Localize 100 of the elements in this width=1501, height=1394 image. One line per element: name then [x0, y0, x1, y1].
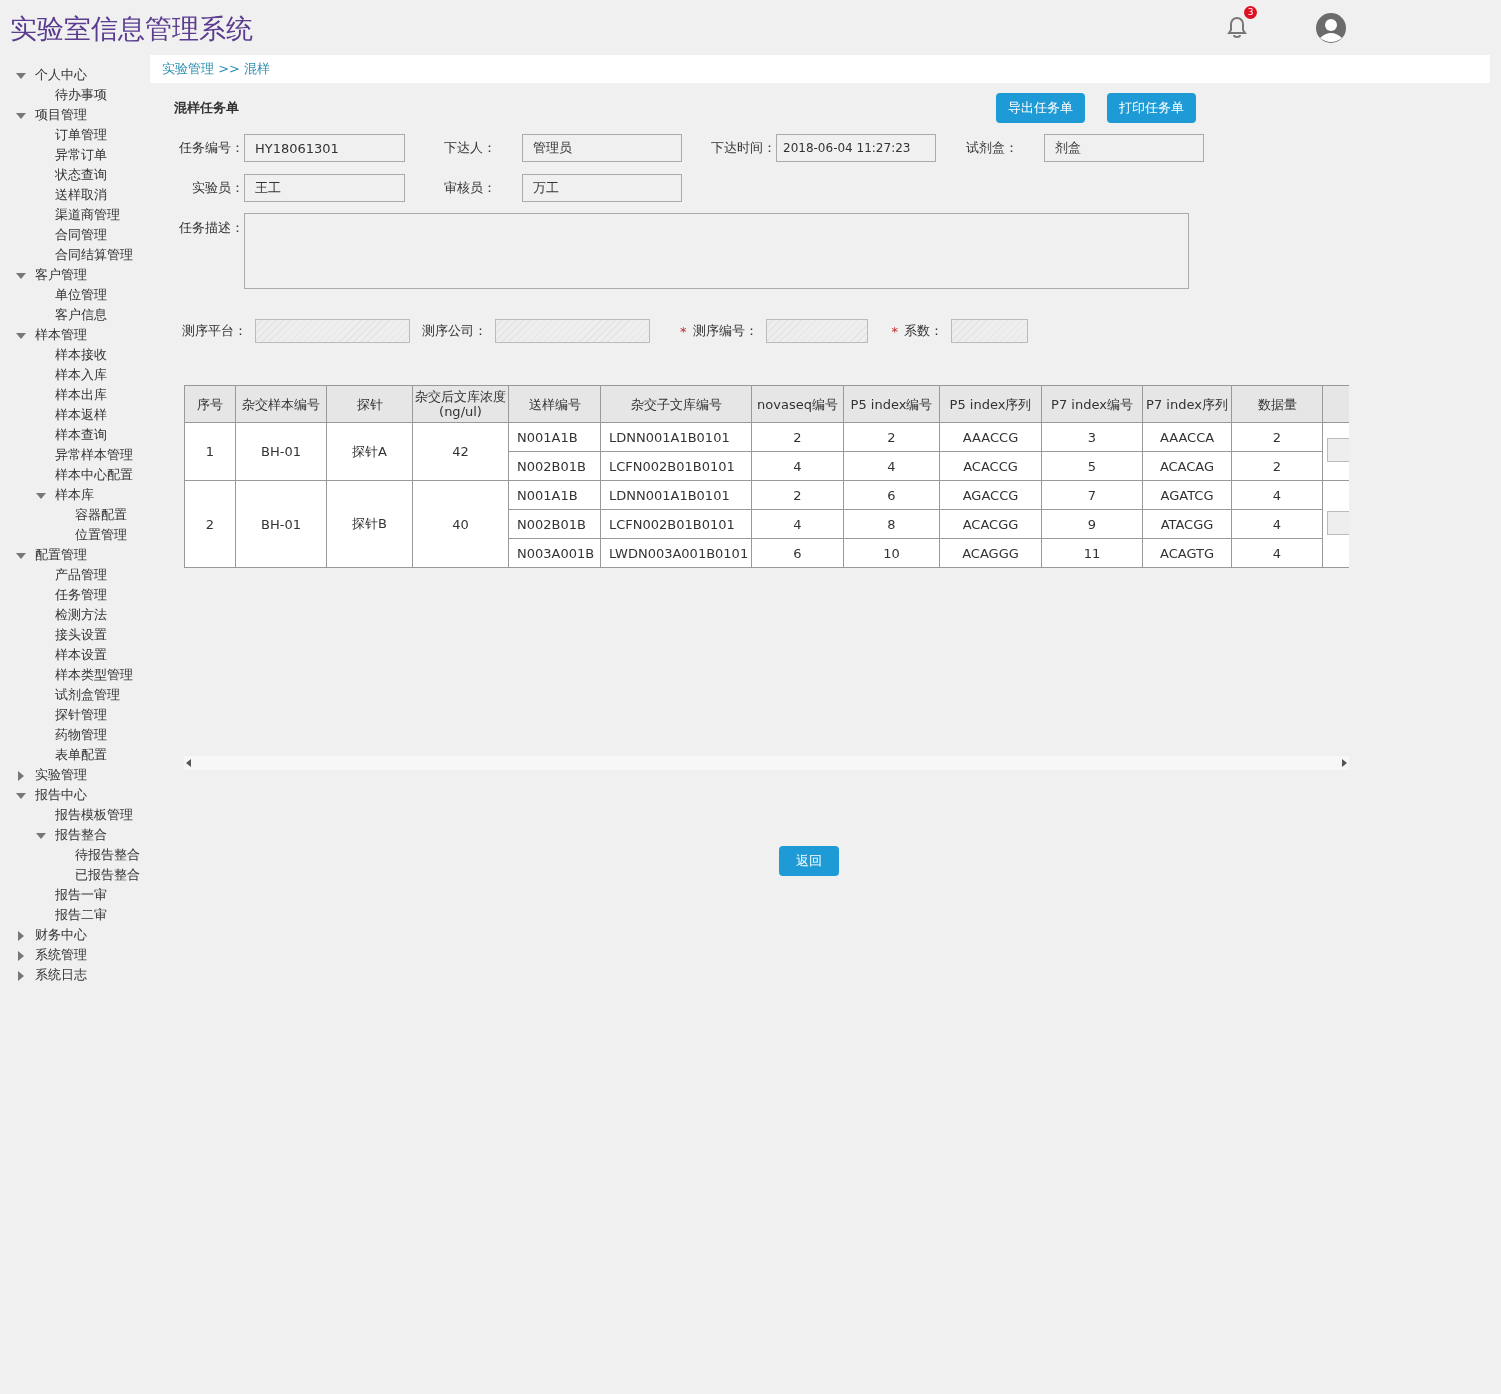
- sidebar-item[interactable]: 样本管理: [35, 326, 87, 344]
- table-cell: LCFN002B01B0101: [600, 451, 752, 481]
- field-label: 任务编号：: [178, 139, 244, 157]
- column-header: P7 index编号: [1041, 385, 1143, 423]
- sidebar-item[interactable]: 财务中心: [35, 926, 87, 944]
- table-cell: N001A1B: [508, 422, 601, 452]
- sidebar-item[interactable]: 待办事项: [55, 86, 107, 104]
- sidebar-item[interactable]: 报告中心: [35, 786, 87, 804]
- sidebar-item[interactable]: 产品管理: [55, 566, 107, 584]
- sidebar-item[interactable]: 样本库: [55, 486, 94, 504]
- sidebar-item[interactable]: 渠道商管理: [55, 206, 120, 224]
- table-cell: LDNN001A1B0101: [600, 480, 752, 510]
- input-field[interactable]: 管理员: [522, 134, 682, 162]
- sidebar-item[interactable]: 系统管理: [35, 946, 87, 964]
- table-cell: 1: [184, 422, 236, 481]
- sidebar-item[interactable]: 接头设置: [55, 626, 107, 644]
- table-cell: 4: [1231, 480, 1323, 510]
- sidebar-item[interactable]: 送样取消: [55, 186, 107, 204]
- table-cell: AAACCA: [1142, 422, 1232, 452]
- column-header: 数据量: [1231, 385, 1323, 423]
- table-cell: ACACAG: [1142, 451, 1232, 481]
- sidebar-item[interactable]: 样本接收: [55, 346, 107, 364]
- table-cell: 2: [1231, 422, 1323, 452]
- sidebar-item[interactable]: 客户信息: [55, 306, 107, 324]
- sidebar-item[interactable]: 待报告整合: [75, 846, 140, 864]
- required-mark: *: [680, 323, 687, 339]
- sidebar-item[interactable]: 客户管理: [35, 266, 87, 284]
- sidebar-item[interactable]: 个人中心: [35, 66, 87, 84]
- table-cell: LDNN001A1B0101: [600, 422, 752, 452]
- table-cell: 4: [843, 451, 940, 481]
- field-label: 测序平台：: [182, 322, 247, 340]
- sidebar-item[interactable]: 表单配置: [55, 746, 107, 764]
- field-label: 审核员：: [443, 179, 497, 197]
- table-cell: N002B01B: [508, 509, 601, 539]
- table-cell: ACAGTG: [1142, 538, 1232, 568]
- table-cell: LCFN002B01B0101: [600, 509, 752, 539]
- sidebar-item[interactable]: 报告整合: [55, 826, 107, 844]
- sidebar-item[interactable]: 异常订单: [55, 146, 107, 164]
- table-cell: 2: [184, 480, 236, 568]
- column-header: 杂交后文库浓度 (ng/ul): [412, 385, 509, 423]
- sidebar-item[interactable]: 检测方法: [55, 606, 107, 624]
- field-label: 试剂盒：: [965, 139, 1019, 157]
- required-mark: *: [891, 323, 898, 339]
- sidebar-item[interactable]: 报告一审: [55, 886, 107, 904]
- app-title: 实验室信息管理系统: [10, 11, 253, 46]
- input-field[interactable]: 万工: [522, 174, 682, 202]
- input-field[interactable]: HY18061301: [244, 134, 405, 162]
- table-cell: 6: [751, 538, 844, 568]
- sidebar-item[interactable]: 配置管理: [35, 546, 87, 564]
- sidebar-item[interactable]: 样本设置: [55, 646, 107, 664]
- sidebar-item[interactable]: 合同管理: [55, 226, 107, 244]
- sidebar-item[interactable]: 订单管理: [55, 126, 107, 144]
- field-label: 任务描述：: [178, 219, 244, 237]
- column-header: 送样编号: [508, 385, 601, 423]
- column-header: 杂交子文库编号: [600, 385, 752, 423]
- breadcrumb[interactable]: 实验管理 >> 混样: [162, 60, 271, 78]
- sidebar-item[interactable]: 试剂盒管理: [55, 686, 120, 704]
- table-cell: 8: [843, 509, 940, 539]
- sidebar-item[interactable]: 单位管理: [55, 286, 107, 304]
- sidebar-item[interactable]: 已报告整合: [75, 866, 140, 884]
- sidebar-item[interactable]: 探针管理: [55, 706, 107, 724]
- sidebar-item[interactable]: 合同结算管理: [55, 246, 133, 264]
- input-field[interactable]: 王工: [244, 174, 405, 202]
- sidebar-item[interactable]: 异常样本管理: [55, 446, 133, 464]
- table-cell: AGACCG: [939, 480, 1042, 510]
- table-cell: 6: [843, 480, 940, 510]
- sidebar-item[interactable]: 系统日志: [35, 966, 87, 984]
- sidebar-item[interactable]: 报告模板管理: [55, 806, 133, 824]
- sidebar-item[interactable]: 样本返样: [55, 406, 107, 424]
- column-header: 探针: [326, 385, 413, 423]
- table-cell: ACAGGG: [939, 538, 1042, 568]
- sidebar-item[interactable]: 样本查询: [55, 426, 107, 444]
- table-cell: N002B01B: [508, 451, 601, 481]
- input-field[interactable]: 2018-06-04 11:27:23: [776, 134, 936, 162]
- table-cell: 7: [1041, 480, 1143, 510]
- sidebar-item[interactable]: 样本类型管理: [55, 666, 133, 684]
- sidebar-item[interactable]: 项目管理: [35, 106, 87, 124]
- column-header: P7 index序列: [1142, 385, 1232, 423]
- sidebar-item[interactable]: 样本中心配置: [55, 466, 133, 484]
- column-header: novaseq编号: [751, 385, 844, 423]
- sidebar-item[interactable]: 实验管理: [35, 766, 87, 784]
- sidebar-item[interactable]: 任务管理: [55, 586, 107, 604]
- sidebar-item[interactable]: 报告二审: [55, 906, 107, 924]
- section-title: 混样任务单: [174, 99, 239, 117]
- table-cell: 探针B: [326, 480, 413, 568]
- column-header: 杂交样本编号: [235, 385, 327, 423]
- field-label: 下达人：: [443, 139, 497, 157]
- sidebar-item[interactable]: 样本出库: [55, 386, 107, 404]
- field-label: 实验员：: [191, 179, 244, 197]
- sidebar-item[interactable]: 药物管理: [55, 726, 107, 744]
- table-cell: BH-01: [235, 422, 327, 481]
- input-field[interactable]: 剂盒: [1044, 134, 1204, 162]
- table-cell: 2: [751, 422, 844, 452]
- sidebar-item[interactable]: 样本入库: [55, 366, 107, 384]
- table-cell: ACACGG: [939, 509, 1042, 539]
- sidebar-item[interactable]: 状态查询: [55, 166, 107, 184]
- table-cell: 9: [1041, 509, 1143, 539]
- sidebar-item[interactable]: 位置管理: [75, 526, 127, 544]
- sidebar-item[interactable]: 容器配置: [75, 506, 127, 524]
- table-cell: 2: [843, 422, 940, 452]
